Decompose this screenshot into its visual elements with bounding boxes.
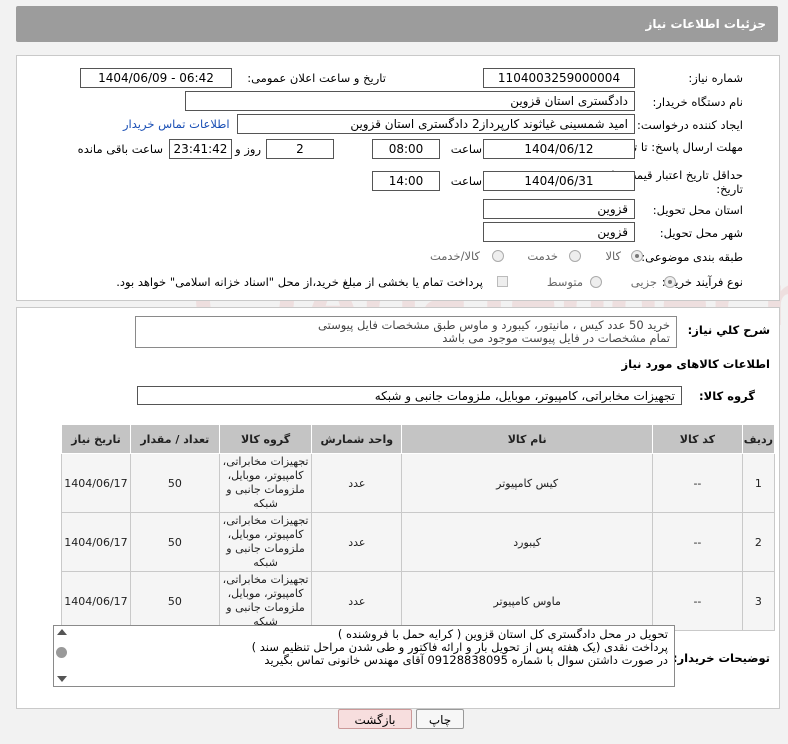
- process-radio-medium[interactable]: [590, 276, 602, 288]
- category-radio-goods[interactable]: [631, 250, 643, 262]
- back-button[interactable]: بازگشت: [338, 709, 412, 729]
- row-date: 1404/06/17: [61, 453, 131, 513]
- goods-table-header: تاریخ نیاز تعداد / مقدار گروه کالا واحد …: [61, 424, 776, 454]
- row-name: کیبورد: [401, 512, 654, 572]
- scroll-thumb-icon[interactable]: [56, 647, 67, 658]
- announce-date-label: تاریخ و ساعت اعلان عمومی:: [247, 71, 386, 85]
- row-code: --: [652, 571, 743, 631]
- process-option-medium: متوسط: [546, 275, 583, 289]
- row-index: 2: [741, 512, 776, 572]
- remaining-time-label: ساعت باقی مانده: [77, 142, 163, 156]
- buyer-notes-line-3: در صورت داشتن سوال با شماره 09128838095 …: [264, 653, 668, 667]
- buyer-contact-link[interactable]: اطلاعات تماس خریدار: [123, 117, 230, 131]
- province-field[interactable]: قزوین: [483, 199, 635, 219]
- col-name: نام کالا: [401, 424, 654, 454]
- table-row[interactable]: 1404/06/17 50 تجهیزات مخابراتی، کامپیوتر…: [61, 571, 776, 631]
- need-number-field[interactable]: 1104003259000004: [483, 68, 635, 88]
- treasury-payment-note: پرداخت تمام یا بخشی از مبلغ خرید،از محل …: [116, 275, 483, 289]
- row-date: 1404/06/17: [61, 571, 131, 631]
- announce-date-field[interactable]: 1404/06/09 - 06:42: [80, 68, 232, 88]
- col-code: کد کالا: [652, 424, 743, 454]
- col-group: گروه کالا: [218, 424, 313, 454]
- category-radio-goods-service[interactable]: [492, 250, 504, 262]
- creator-label: ایجاد کننده درخواست:: [637, 118, 743, 132]
- description-label: شرح کلي نياز:: [687, 323, 770, 337]
- buyer-notes-label: توضیحات خریدار:: [672, 651, 770, 665]
- treasury-payment-checkbox[interactable]: [497, 276, 508, 287]
- goods-group-field[interactable]: تجهیزات مخابراتی، کامپیوتر، موبایل، ملزو…: [137, 386, 682, 405]
- notes-scrollbar[interactable]: [56, 628, 68, 684]
- category-option-goods-service: کالا/خدمت: [429, 249, 480, 263]
- row-name: کیس کامپیوتر: [401, 453, 654, 513]
- category-label: طبقه بندی موضوعی:: [641, 250, 743, 264]
- buyer-org-field[interactable]: دادگستری استان قزوین: [185, 91, 635, 111]
- row-date: 1404/06/17: [61, 512, 131, 572]
- creator-field[interactable]: امید شمسینی غیاثوند کارپرداز2 دادگستری ا…: [237, 114, 635, 134]
- price-date-field[interactable]: 1404/06/31: [483, 171, 635, 191]
- province-label: استان محل تحویل:: [652, 203, 743, 217]
- row-qty: 50: [129, 453, 220, 513]
- row-code: --: [652, 512, 743, 572]
- row-index: 3: [741, 571, 776, 631]
- row-index: 1: [741, 453, 776, 513]
- row-unit: عدد: [311, 571, 403, 631]
- goods-group-label: گروه کالا:: [699, 389, 755, 403]
- row-code: --: [652, 453, 743, 513]
- table-row[interactable]: 1404/06/17 50 تجهیزات مخابراتی، کامپیوتر…: [61, 453, 776, 513]
- row-unit: عدد: [311, 512, 403, 572]
- col-unit: واحد شمارش: [311, 424, 403, 454]
- row-qty: 50: [129, 512, 220, 572]
- row-group: تجهیزات مخابراتی، کامپیوتر، موبایل، ملزو…: [218, 512, 313, 572]
- table-row[interactable]: 1404/06/17 50 تجهیزات مخابراتی، کامپیوتر…: [61, 512, 776, 572]
- category-radio-service[interactable]: [569, 250, 581, 262]
- col-date: تاریخ نیاز: [61, 424, 131, 454]
- city-field[interactable]: قزوین: [483, 222, 635, 242]
- row-name: ماوس کامپیوتر: [401, 571, 654, 631]
- price-time-label: ساعت: [450, 174, 482, 188]
- reply-date-field[interactable]: 1404/06/12: [483, 139, 635, 159]
- goods-table: تاریخ نیاز تعداد / مقدار گروه کالا واحد …: [61, 424, 776, 631]
- city-label: شهر محل تحویل:: [659, 226, 743, 240]
- col-qty: تعداد / مقدار: [129, 424, 220, 454]
- reply-time-field[interactable]: 08:00: [372, 139, 440, 159]
- description-textarea[interactable]: خرید 50 عدد کیس ، مانیتور، کیبورد و ماوس…: [135, 316, 677, 348]
- scroll-up-icon[interactable]: [57, 629, 67, 635]
- page-header: جزئیات اطلاعات نیاز: [16, 6, 778, 42]
- print-button[interactable]: چاپ: [416, 709, 464, 729]
- buyer-org-label: نام دستگاه خریدار:: [652, 95, 743, 109]
- process-radio-minor[interactable]: [664, 276, 676, 288]
- category-option-goods: کالا: [605, 249, 621, 263]
- goods-section-title: اطلاعات کالاهای مورد نیاز: [621, 357, 770, 371]
- days-field[interactable]: 2: [266, 139, 334, 159]
- need-number-label: شماره نیاز:: [688, 71, 743, 85]
- buyer-notes-textarea[interactable]: تحویل در محل دادگستری کل استان قزوین ( ک…: [53, 625, 675, 687]
- scroll-down-icon[interactable]: [57, 676, 67, 682]
- row-group: تجهیزات مخابراتی، کامپیوتر، موبایل، ملزو…: [218, 453, 313, 513]
- row-qty: 50: [129, 571, 220, 631]
- process-option-minor: جزیی: [630, 275, 657, 289]
- col-index: ردیف: [741, 424, 776, 454]
- row-group: تجهیزات مخابراتی، کامپیوتر، موبایل، ملزو…: [218, 571, 313, 631]
- days-label: روز و: [235, 142, 261, 156]
- page-title: جزئیات اطلاعات نیاز: [645, 17, 766, 31]
- description-line-2: تمام مشخصات در فایل پیوست موجود می باشد: [442, 331, 670, 345]
- row-unit: عدد: [311, 453, 403, 513]
- category-option-service: خدمت: [527, 249, 558, 263]
- remaining-time-field[interactable]: 23:41:42: [169, 139, 232, 159]
- reply-time-label: ساعت: [450, 142, 482, 156]
- price-time-field[interactable]: 14:00: [372, 171, 440, 191]
